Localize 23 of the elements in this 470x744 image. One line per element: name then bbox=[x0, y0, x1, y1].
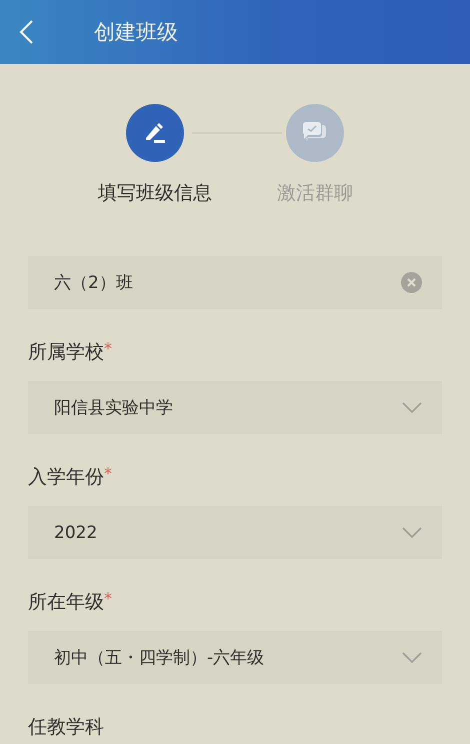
select-field[interactable]: 初中（五・四学制）-六年级 bbox=[28, 631, 442, 684]
pencil-icon bbox=[143, 122, 167, 144]
required-mark: * bbox=[104, 339, 112, 360]
field-label: 入学年份 bbox=[28, 465, 104, 490]
chevron-down-icon bbox=[402, 527, 422, 538]
required-mark: * bbox=[104, 589, 112, 610]
field-value: 六（2）班 bbox=[54, 272, 133, 294]
field-label: 所在年级 bbox=[28, 590, 104, 615]
required-mark: * bbox=[104, 464, 112, 485]
field-label: 所属学校 bbox=[28, 340, 104, 365]
chevron-down-icon bbox=[402, 402, 422, 413]
step-label: 激活群聊 bbox=[277, 181, 353, 206]
chevron-down-icon bbox=[402, 652, 422, 663]
back-icon[interactable] bbox=[18, 19, 34, 45]
select-field[interactable]: 阳信县实验中学 bbox=[28, 381, 442, 434]
class-name-field[interactable]: 六（2）班 bbox=[28, 256, 442, 309]
selected-value: 阳信县实验中学 bbox=[54, 397, 173, 419]
select-field[interactable]: 2022 bbox=[28, 506, 442, 559]
step-label: 填写班级信息 bbox=[98, 181, 212, 206]
field-label: 任教学科 bbox=[28, 715, 104, 740]
page-title: 创建班级 bbox=[94, 19, 178, 46]
selected-value: 2022 bbox=[54, 522, 98, 542]
selected-value: 初中（五・四学制）-六年级 bbox=[54, 647, 264, 669]
